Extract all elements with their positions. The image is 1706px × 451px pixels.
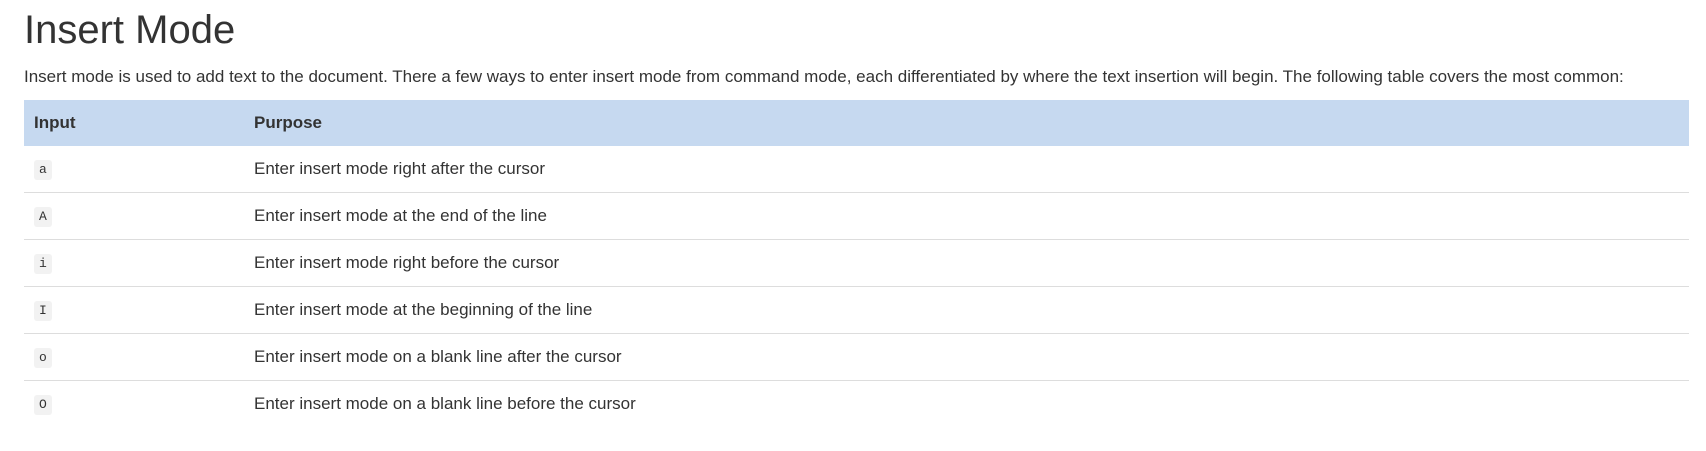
input-cell: a: [24, 146, 244, 193]
purpose-cell: Enter insert mode on a blank line before…: [244, 380, 1689, 427]
column-header-input: Input: [34, 113, 76, 132]
key-code: a: [34, 160, 52, 180]
table-row: a Enter insert mode right after the curs…: [24, 146, 1689, 193]
purpose-cell: Enter insert mode right after the cursor: [254, 159, 546, 178]
table-header-row: Input Purpose: [24, 100, 1689, 146]
key-code: O: [34, 395, 52, 415]
table-row: I Enter insert mode at the beginning of …: [24, 286, 1689, 334]
column-header-purpose: Purpose: [254, 113, 323, 132]
key-code: A: [34, 207, 52, 227]
input-cell: I: [24, 286, 244, 334]
key-code: o: [34, 348, 52, 368]
content-section: Insert Mode Insert mode is used to add t…: [0, 0, 1706, 427]
purpose-cell: Enter insert mode at the beginning of th…: [244, 286, 1689, 334]
table-header: Input Purpose: [24, 100, 1689, 146]
insert-mode-table: Input Purpose a Enter insert mode right …: [24, 100, 1689, 427]
input-cell: i: [24, 239, 244, 287]
input-cell: A: [24, 192, 244, 240]
purpose-cell: Enter insert mode on a blank line after …: [244, 333, 1689, 381]
table-row: A Enter insert mode at the end of the li…: [24, 192, 1689, 240]
table-row: i Enter insert mode right before the cur…: [24, 239, 1689, 287]
table-row: o Enter insert mode on a blank line afte…: [24, 333, 1689, 381]
page-title: Insert Mode: [24, 8, 236, 52]
key-code: I: [34, 301, 52, 321]
key-code: i: [34, 254, 52, 274]
purpose-cell: Enter insert mode right before the curso…: [244, 239, 1689, 287]
input-cell: o: [24, 333, 244, 381]
purpose-cell: Enter insert mode at the end of the line: [244, 192, 1689, 240]
input-cell: O: [24, 380, 244, 427]
intro-paragraph: Insert mode is used to add text to the d…: [24, 67, 1624, 86]
table-body: a Enter insert mode right after the curs…: [24, 146, 1689, 427]
table-row: O Enter insert mode on a blank line befo…: [24, 380, 1689, 427]
